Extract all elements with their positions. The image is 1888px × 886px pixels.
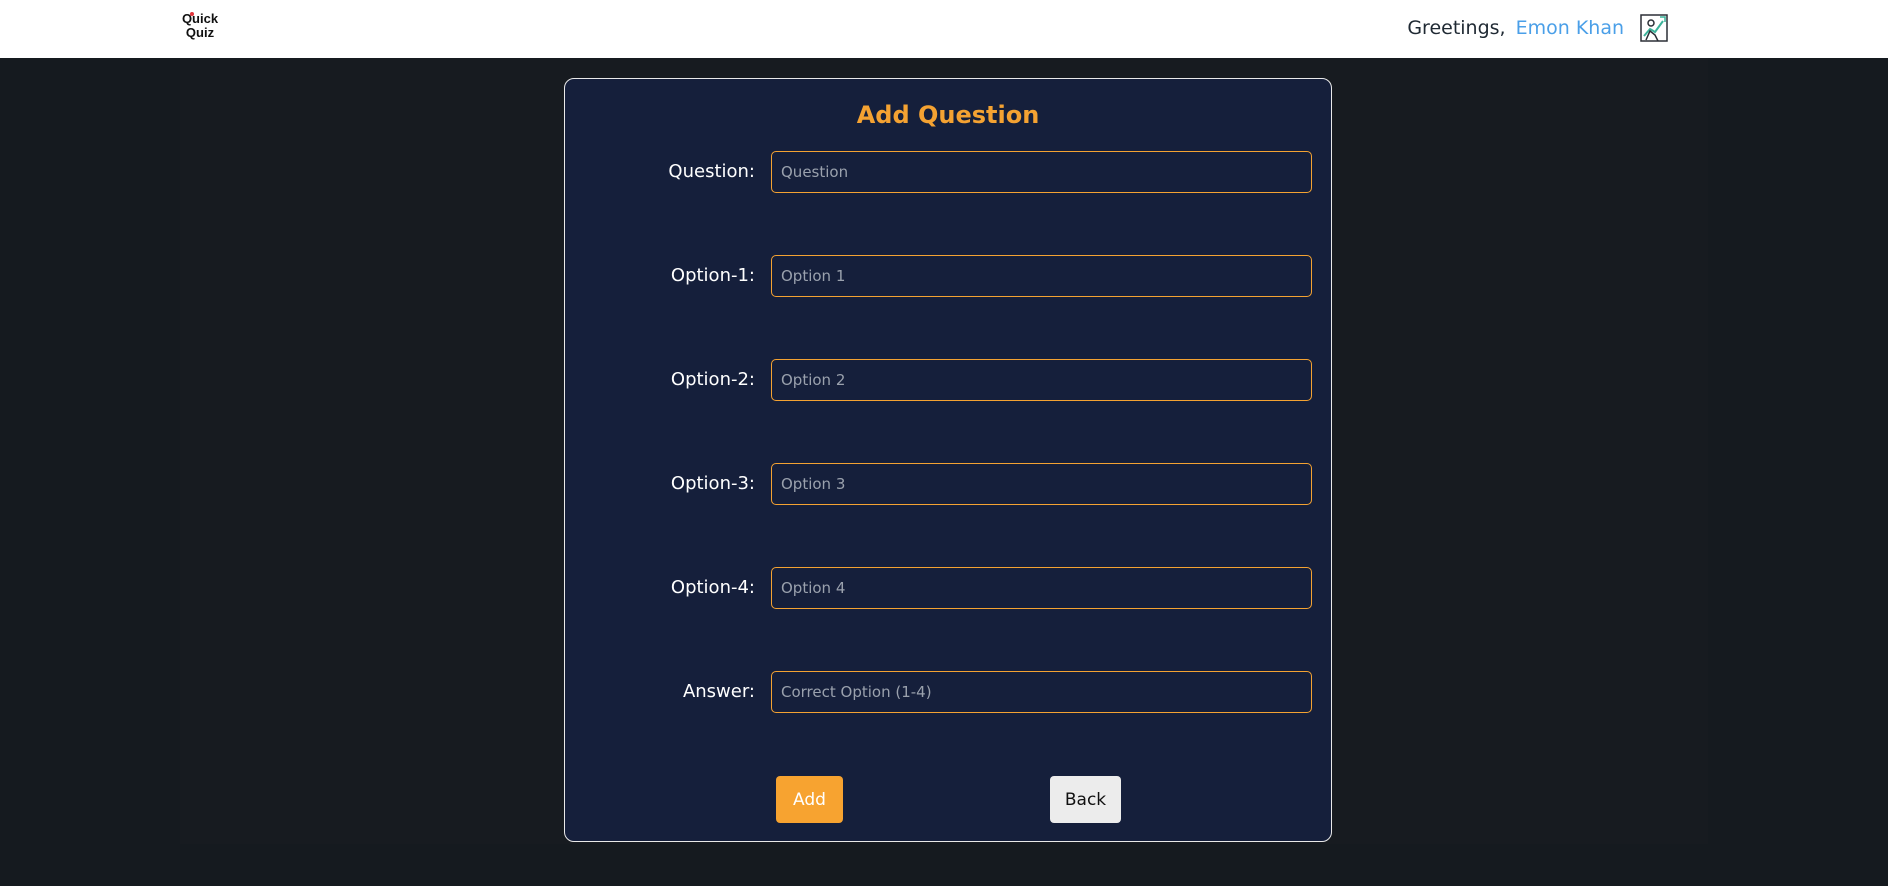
- quick-quiz-logo[interactable]: Quick Quiz: [180, 12, 220, 42]
- option-1-row: Option-1:: [565, 255, 1331, 298]
- option-1-input[interactable]: [771, 255, 1312, 297]
- option-3-row: Option-3:: [565, 463, 1331, 506]
- question-row: Question:: [565, 151, 1331, 194]
- add-question-card: Add Question Question: Option-1: Option-…: [564, 78, 1332, 842]
- answer-label: Answer:: [682, 681, 755, 702]
- answer-input[interactable]: [771, 671, 1312, 713]
- back-button[interactable]: Back: [1050, 776, 1121, 823]
- user-avatar-icon[interactable]: [1638, 12, 1670, 44]
- user-name-link[interactable]: Emon Khan: [1516, 17, 1624, 39]
- logo-line-1: Quick: [181, 11, 219, 26]
- option-2-input[interactable]: [771, 359, 1312, 401]
- option-2-label: Option-2:: [670, 369, 755, 390]
- logo-line-2: Quiz: [185, 25, 215, 40]
- user-greeting: Greetings, Emon Khan: [1407, 12, 1670, 44]
- question-input[interactable]: [771, 151, 1312, 193]
- option-1-label: Option-1:: [670, 265, 755, 286]
- form-title: Add Question: [856, 101, 1040, 129]
- answer-row: Answer:: [565, 671, 1331, 714]
- option-4-label: Option-4:: [670, 577, 755, 598]
- option-3-label: Option-3:: [670, 473, 755, 494]
- top-navbar: Quick Quiz Greetings, Emon Khan: [0, 0, 1888, 58]
- option-2-row: Option-2:: [565, 359, 1331, 402]
- logo-dot-icon: [190, 12, 194, 16]
- option-3-input[interactable]: [771, 463, 1312, 505]
- option-4-row: Option-4:: [565, 567, 1331, 610]
- greeting-text: Greetings,: [1407, 17, 1506, 39]
- question-label: Question:: [668, 161, 755, 182]
- option-4-input[interactable]: [771, 567, 1312, 609]
- add-button[interactable]: Add: [776, 776, 843, 823]
